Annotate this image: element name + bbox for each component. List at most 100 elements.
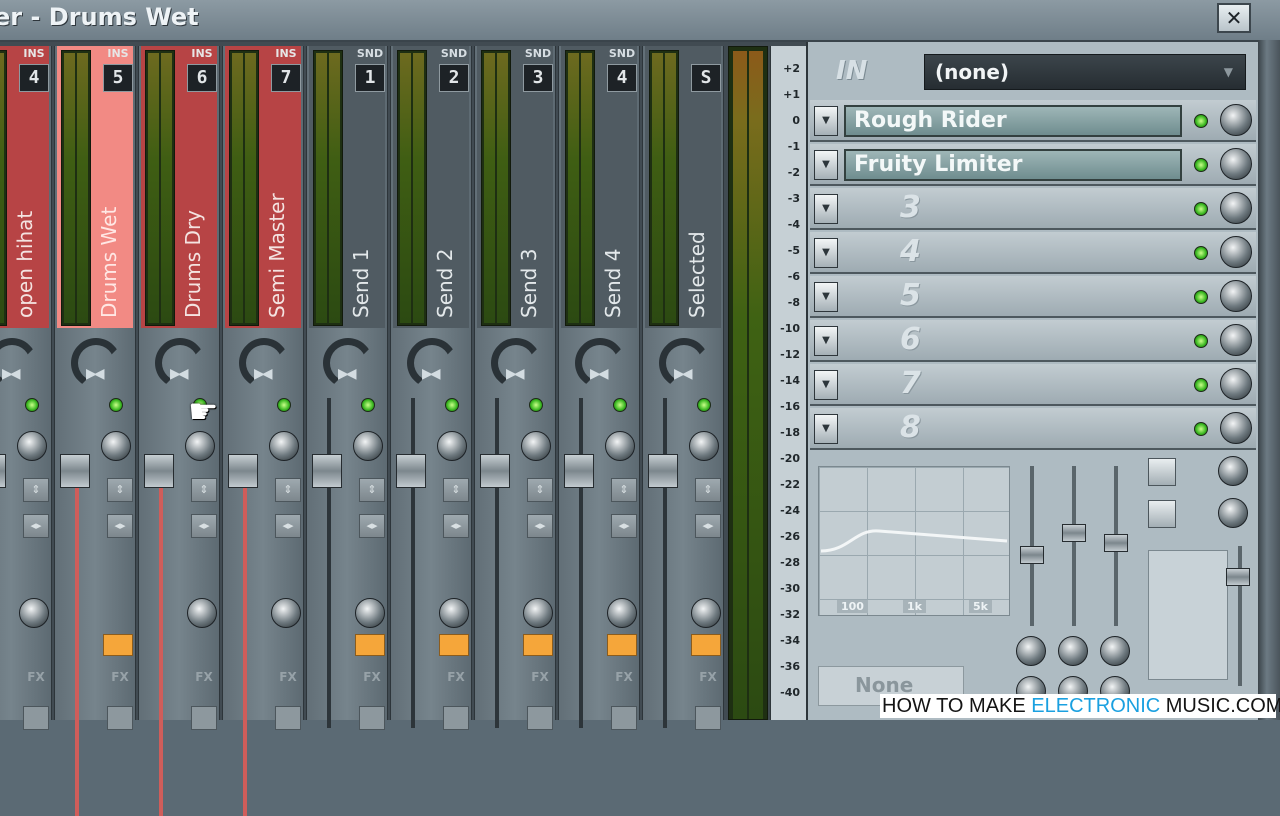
- slot-mix-knob[interactable]: [1220, 104, 1252, 136]
- eq-low-fader[interactable]: [1020, 546, 1044, 564]
- clock-icon[interactable]: [275, 706, 301, 730]
- pan-center-icon[interactable]: ▶◀: [2, 366, 20, 382]
- mixer-strip[interactable]: INS 4 open hihat ▶◀ ⇕ ◂▸ FX: [0, 46, 52, 730]
- pan-center-icon[interactable]: ▶◀: [86, 366, 104, 382]
- slot-menu-button[interactable]: ▼: [814, 326, 838, 356]
- strip-enable-led[interactable]: [529, 398, 543, 412]
- slot-menu-button[interactable]: ▼: [814, 414, 838, 444]
- swap-left-right-icon[interactable]: ◂▸: [191, 514, 217, 538]
- volume-fader[interactable]: [228, 454, 258, 488]
- slot-enable-led[interactable]: [1194, 334, 1208, 348]
- swap-up-down-icon[interactable]: ⇕: [527, 478, 553, 502]
- slot-menu-button[interactable]: ▼: [814, 106, 838, 136]
- slot-plugin-name[interactable]: Rough Rider: [844, 105, 1182, 137]
- swap-up-down-icon[interactable]: ⇕: [23, 478, 49, 502]
- slot-enable-led[interactable]: [1194, 202, 1208, 216]
- effect-slot[interactable]: ▼ 6: [810, 320, 1256, 362]
- effect-slot[interactable]: ▼ 8: [810, 408, 1256, 450]
- mixer-strip[interactable]: INS 6 Drums Dry ▶◀ ⇕ ◂▸ FX: [138, 46, 220, 816]
- clock-icon[interactable]: [359, 706, 385, 730]
- pan-center-icon[interactable]: ▶◀: [590, 366, 608, 382]
- swap-left-right-icon[interactable]: ◂▸: [359, 514, 385, 538]
- mixer-strip[interactable]: INS 5 Drums Wet ▶◀ ⇕ ◂▸ FX: [54, 46, 136, 816]
- slot-menu-button[interactable]: ▼: [814, 282, 838, 312]
- swap-left-right-icon[interactable]: ◂▸: [275, 514, 301, 538]
- route-button[interactable]: [691, 634, 721, 656]
- fx-label[interactable]: FX: [23, 670, 49, 690]
- strip-number[interactable]: S: [691, 64, 721, 92]
- swap-up-down-icon[interactable]: ⇕: [443, 478, 469, 502]
- mixer-strip[interactable]: SND 2 Send 2 ▶◀ ⇕ ◂▸ FX: [390, 46, 472, 730]
- pan-center-icon[interactable]: ▶◀: [254, 366, 272, 382]
- strip-enable-led[interactable]: [277, 398, 291, 412]
- strip-enable-led[interactable]: [361, 398, 375, 412]
- volume-fader[interactable]: [144, 454, 174, 488]
- clock-icon[interactable]: [527, 706, 553, 730]
- swap-up-down-button[interactable]: [1148, 458, 1176, 486]
- fx-label[interactable]: FX: [443, 670, 469, 690]
- slot-enable-led[interactable]: [1194, 158, 1208, 172]
- pan-knob[interactable]: [353, 431, 383, 461]
- pan-center-icon[interactable]: ▶◀: [338, 366, 356, 382]
- route-button[interactable]: [607, 634, 637, 656]
- swap-up-down-icon[interactable]: ⇕: [275, 478, 301, 502]
- eq-mid-fader[interactable]: [1062, 524, 1086, 542]
- eq-low-freq-knob[interactable]: [1016, 636, 1046, 666]
- mixer-strip[interactable]: INS 7 Semi Master ▶◀ ⇕ ◂▸ FX: [222, 46, 304, 816]
- slot-mix-knob[interactable]: [1220, 412, 1252, 444]
- input-dropdown[interactable]: (none) ▼: [924, 54, 1246, 90]
- strip-number[interactable]: 2: [439, 64, 469, 92]
- slot-menu-button[interactable]: ▼: [814, 150, 838, 180]
- slot-enable-led[interactable]: [1194, 290, 1208, 304]
- slot-mix-knob[interactable]: [1220, 236, 1252, 268]
- mixer-strip[interactable]: SND 4 Send 4 ▶◀ ⇕ ◂▸ FX: [558, 46, 640, 730]
- swap-left-right-icon[interactable]: ◂▸: [527, 514, 553, 538]
- send-level-knob[interactable]: [439, 598, 469, 628]
- eq-graph[interactable]: 100 1k 5k: [818, 466, 1010, 616]
- slot-enable-led[interactable]: [1194, 114, 1208, 128]
- volume-fader[interactable]: [60, 454, 90, 488]
- route-button[interactable]: [523, 634, 553, 656]
- volume-fader[interactable]: [480, 454, 510, 488]
- slot-menu-button[interactable]: ▼: [814, 194, 838, 224]
- swap-up-down-icon[interactable]: ⇕: [695, 478, 721, 502]
- swap-up-down-icon[interactable]: ⇕: [107, 478, 133, 502]
- strip-number[interactable]: 4: [607, 64, 637, 92]
- strip-enable-led[interactable]: [613, 398, 627, 412]
- strip-number[interactable]: 6: [187, 64, 217, 92]
- swap-up-down-icon[interactable]: ⇕: [191, 478, 217, 502]
- effect-slot[interactable]: ▼ 7: [810, 364, 1256, 406]
- send-level-knob[interactable]: [355, 598, 385, 628]
- clock-icon[interactable]: [443, 706, 469, 730]
- effect-slot[interactable]: ▼ Fruity Limiter: [810, 144, 1256, 186]
- pan-knob[interactable]: [605, 431, 635, 461]
- slot-enable-led[interactable]: [1194, 422, 1208, 436]
- strip-enable-led[interactable]: [109, 398, 123, 412]
- volume-fader[interactable]: [312, 454, 342, 488]
- strip-number[interactable]: 3: [523, 64, 553, 92]
- pan-center-icon[interactable]: ▶◀: [170, 366, 188, 382]
- pan-center-icon[interactable]: ▶◀: [506, 366, 524, 382]
- fx-label[interactable]: FX: [695, 670, 721, 690]
- strip-enable-led[interactable]: [697, 398, 711, 412]
- strip-number[interactable]: 7: [271, 64, 301, 92]
- strip-enable-led[interactable]: [445, 398, 459, 412]
- eq-mid-freq-knob[interactable]: [1058, 636, 1088, 666]
- pan-knob[interactable]: [1218, 498, 1248, 528]
- pan-center-icon[interactable]: ▶◀: [422, 366, 440, 382]
- fx-label[interactable]: FX: [359, 670, 385, 690]
- route-button[interactable]: [439, 634, 469, 656]
- send-level-knob[interactable]: [523, 598, 553, 628]
- volume-fader[interactable]: [396, 454, 426, 488]
- effect-slot[interactable]: ▼ 3: [810, 188, 1256, 230]
- clock-icon[interactable]: [191, 706, 217, 730]
- slot-mix-knob[interactable]: [1220, 280, 1252, 312]
- eq-high-fader[interactable]: [1104, 534, 1128, 552]
- stereo-separation-knob[interactable]: [1218, 456, 1248, 486]
- send-level-knob[interactable]: [187, 598, 217, 628]
- close-button[interactable]: ✕: [1217, 3, 1251, 33]
- swap-left-right-icon[interactable]: ◂▸: [23, 514, 49, 538]
- volume-fader[interactable]: [0, 454, 6, 488]
- slot-enable-led[interactable]: [1194, 246, 1208, 260]
- slot-plugin-name[interactable]: Fruity Limiter: [844, 149, 1182, 181]
